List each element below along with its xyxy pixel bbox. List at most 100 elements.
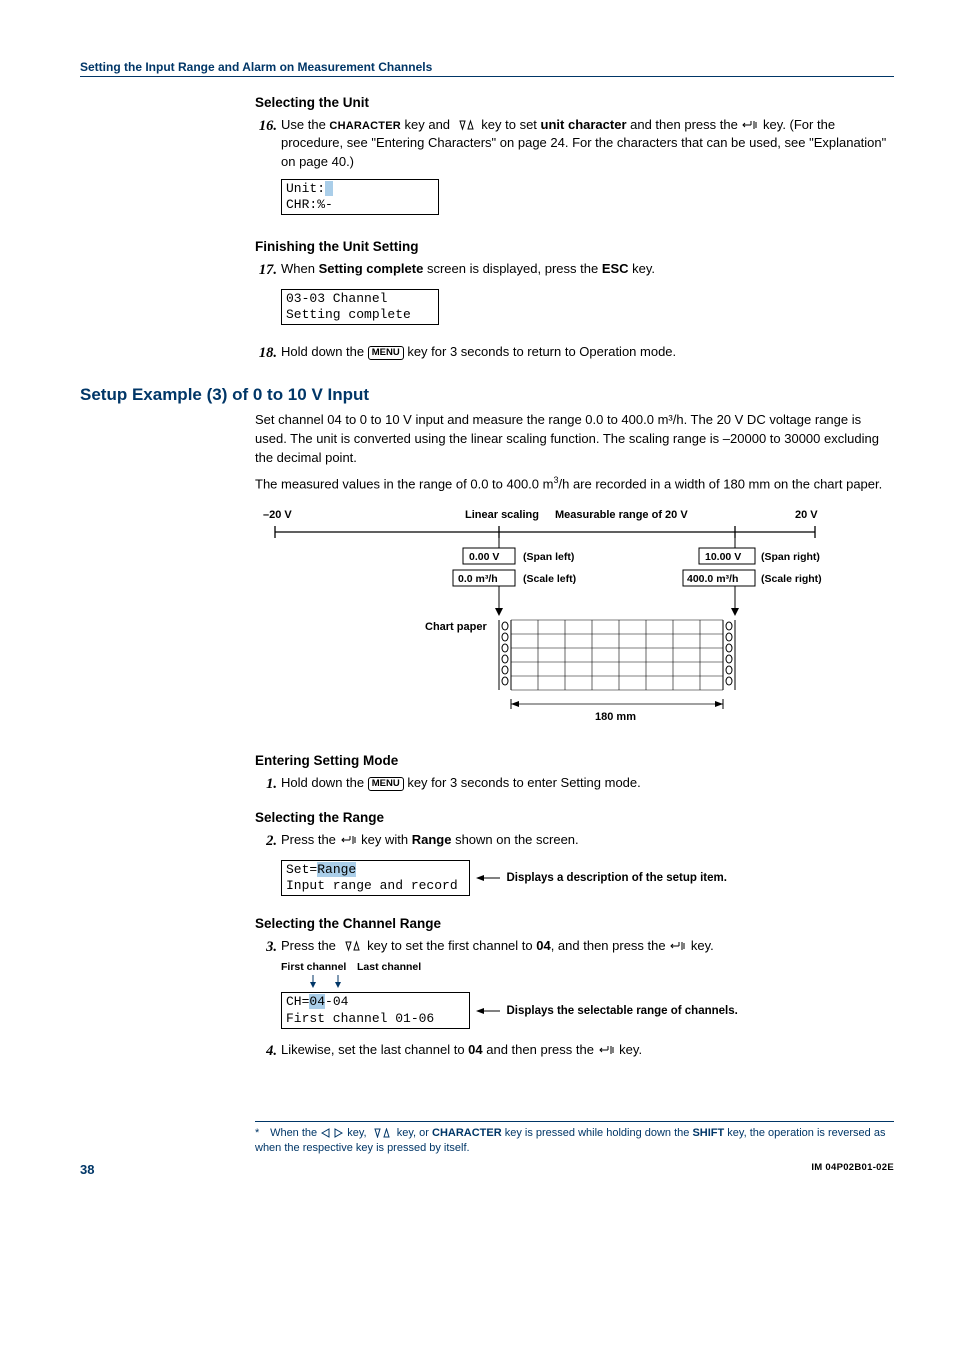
heading-selecting-channel-range: Selecting the Channel Range	[255, 916, 894, 931]
text: Press the	[281, 832, 340, 847]
step-number: 3.	[255, 937, 277, 957]
neg20v-label: –20 V	[263, 509, 292, 521]
text: key for 3 seconds to enter Setting mode.	[404, 775, 641, 790]
lcd-text: 03-03 Channel	[286, 291, 387, 306]
step-17: 17. When Setting complete screen is disp…	[255, 260, 894, 280]
scale-right-label: (Scale right)	[761, 573, 822, 585]
footnote-block: * When the key, key, or CHARACTER key is…	[255, 1121, 894, 1156]
left-right-arrow-icon	[320, 1128, 344, 1138]
footnote: * When the key, key, or CHARACTER key is…	[255, 1121, 894, 1156]
text: screen is displayed, press the	[423, 261, 601, 276]
esc-key-label: ESC	[602, 261, 629, 276]
lcd-display: CH=04-04 First channel 01-06	[281, 992, 470, 1029]
last-channel-label: Last channel	[357, 961, 421, 973]
step-body: Hold down the MENU key for 3 seconds to …	[281, 774, 894, 794]
text: and then press the	[483, 1042, 598, 1057]
step-body: When Setting complete screen is displaye…	[281, 260, 894, 280]
step-2: 2. Press the key with Range shown on the…	[255, 831, 894, 851]
span-right-label: (Span right)	[761, 551, 820, 563]
text: key for 3 seconds to return to Operation…	[404, 344, 676, 359]
step-body: Hold down the MENU key for 3 seconds to …	[281, 343, 894, 363]
text: When	[281, 261, 319, 276]
step-number: 18.	[255, 343, 277, 363]
pointer-arrows-icon	[281, 975, 431, 989]
arrow-left-icon	[476, 872, 500, 884]
text: key.	[616, 1042, 643, 1057]
down-up-arrow-icon	[370, 1128, 394, 1138]
text: Likewise, set the last channel to	[281, 1042, 468, 1057]
width-label: 180 mm	[595, 711, 636, 723]
heading-selecting-unit: Selecting the Unit	[255, 95, 894, 110]
text: key to set the first channel to	[364, 938, 537, 953]
heading-setup-example-3: Setup Example (3) of 0 to 10 V Input	[80, 385, 894, 405]
lcd-display: 03-03 Channel Setting complete	[281, 289, 439, 326]
footnote-star: *	[255, 1126, 267, 1141]
enter-key-icon	[598, 1044, 616, 1056]
lcd-text: Setting complete	[286, 307, 411, 322]
page-number: 38	[80, 1162, 94, 1177]
setup-example-body: Set channel 04 to 0 to 10 V input and me…	[255, 411, 894, 737]
text-bold: Range	[412, 832, 452, 847]
heading-finishing-unit: Finishing the Unit Setting	[255, 239, 894, 254]
callout-text: Displays the selectable range of channel…	[506, 1005, 737, 1017]
first-channel-label: First channel	[281, 961, 346, 973]
text: Hold down the	[281, 344, 368, 359]
lcd-highlight: Range	[317, 862, 356, 877]
text: and then press the	[627, 117, 742, 132]
section-entering-setting-mode: Entering Setting Mode 1. Hold down the M…	[255, 753, 894, 794]
step-number: 16.	[255, 116, 277, 171]
lcd-with-callout: Set=Range Input range and record Display…	[281, 856, 894, 901]
text: When the	[270, 1127, 320, 1139]
paragraph: The measured values in the range of 0.0 …	[255, 474, 894, 494]
lcd-text: Set=	[286, 862, 317, 877]
text: key with	[358, 832, 412, 847]
text: key to set	[478, 117, 541, 132]
step-3: 3. Press the key to set the first channe…	[255, 937, 894, 957]
step-number: 2.	[255, 831, 277, 851]
lcd-text: Input range and record	[286, 878, 458, 893]
document-code: IM 04P02B01-02E	[811, 1162, 894, 1177]
running-header: Setting the Input Range and Alarm on Mea…	[80, 60, 894, 77]
text: The measured values in the range of 0.0 …	[255, 476, 553, 491]
menu-key-icon: MENU	[368, 346, 404, 360]
channel-pointer-block: First channel Last channel	[281, 961, 894, 992]
text-bold: unit character	[541, 117, 627, 132]
chart-paper-icon	[499, 620, 735, 690]
scale-right-value: 400.0 m³/h	[687, 573, 738, 585]
section-selecting-channel-range: Selecting the Channel Range 3. Press the…	[255, 916, 894, 1061]
lcd-text: CH=	[286, 994, 309, 1009]
step-body: Likewise, set the last channel to 04 and…	[281, 1041, 894, 1061]
page-footer: 38 IM 04P02B01-02E	[80, 1162, 894, 1177]
character-key-label: CHARACTER	[329, 120, 400, 132]
text-bold: 04	[468, 1042, 482, 1057]
text: key.	[687, 938, 714, 953]
callout-text: Displays a description of the setup item…	[506, 872, 726, 884]
chart-paper-label: Chart paper	[425, 621, 487, 633]
lcd-display: Set=Range Input range and record	[281, 860, 470, 897]
linear-scaling-label: Linear scaling	[465, 509, 539, 521]
text: Use the	[281, 117, 329, 132]
enter-key-icon	[340, 834, 358, 846]
text: Hold down the	[281, 775, 368, 790]
shift-key-label: SHIFT	[692, 1127, 724, 1139]
text-bold: Setting complete	[319, 261, 424, 276]
step-1: 1. Hold down the MENU key for 3 seconds …	[255, 774, 894, 794]
lcd-cursor	[325, 181, 333, 196]
page: Setting the Input Range and Alarm on Mea…	[0, 0, 954, 1207]
lcd-text: CHR:%-	[286, 197, 333, 212]
lcd-highlight: 04	[309, 994, 325, 1009]
step-18: 18. Hold down the MENU key for 3 seconds…	[255, 343, 894, 363]
text: key,	[344, 1127, 369, 1139]
text: , and then press the	[551, 938, 670, 953]
text-bold: 04	[536, 938, 550, 953]
section-selecting-unit: Selecting the Unit 16. Use the CHARACTER…	[255, 95, 894, 223]
down-up-arrow-icon	[340, 940, 364, 952]
heading-entering-setting-mode: Entering Setting Mode	[255, 753, 894, 768]
paragraph: Set channel 04 to 0 to 10 V input and me…	[255, 411, 894, 468]
step-16: 16. Use the CHARACTER key and key to set…	[255, 116, 894, 171]
arrow-left-icon	[476, 1005, 500, 1017]
lcd-display: Unit: CHR:%-	[281, 179, 439, 216]
text: Press the	[281, 938, 340, 953]
step-body: Press the key with Range shown on the sc…	[281, 831, 894, 851]
span-left-value: 0.00 V	[469, 551, 499, 563]
